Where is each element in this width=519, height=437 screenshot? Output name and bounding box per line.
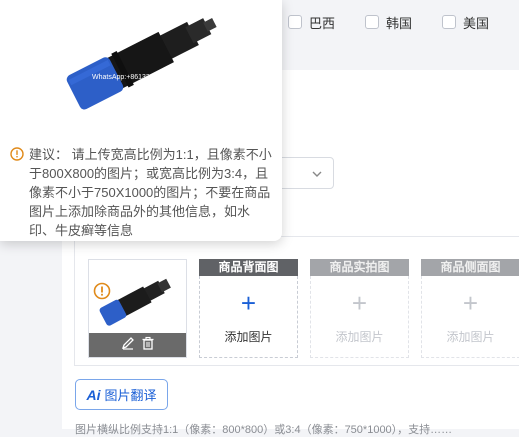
edit-icon[interactable] [121,336,135,355]
country-option-usa[interactable]: 美国 [442,13,489,32]
tip-text: 建议： 请上传宽高比例为1:1，且像素不小于800X800的图片；或宽高比例为3… [29,145,272,240]
country-option-korea[interactable]: 韩国 [365,13,412,32]
image-translate-label: 图片翻译 [104,388,157,403]
main-image-thumbnail[interactable] [88,259,187,358]
slot-header: 商品背面图 [199,259,298,276]
chevron-down-icon [311,167,323,185]
plus-icon: + [240,288,257,318]
add-image-button[interactable]: + 添加图片 [199,276,298,358]
add-image-button[interactable]: + 添加图片 [310,276,409,358]
add-image-label: 添加图片 [224,330,273,344]
country-label: 美国 [463,15,490,31]
country-label: 巴西 [309,15,336,31]
slot-header: 商品实拍图 [310,259,409,276]
checkbox[interactable] [442,15,457,29]
tip-title: 建议： [29,147,69,162]
slot-header: 商品侧面图 [421,259,519,276]
country-option-brazil[interactable]: 巴西 [288,13,335,32]
add-image-label: 添加图片 [446,330,495,344]
warning-icon [10,147,24,240]
checkbox[interactable] [288,15,302,29]
add-image-label: 添加图片 [335,330,384,344]
checkbox[interactable] [365,15,380,29]
warning-icon [93,282,111,305]
image-requirements-note: 图片横纵比例支持1:1（像素：800*800）或3:4（像素：750*1000）… [75,424,453,436]
image-suggestion-tip: 建议： 请上传宽高比例为1:1，且像素不小于800X800的图片；或宽高比例为3… [10,145,272,240]
image-preview-popover: WhatsApp:+8613332502386 建议： 请上传宽高比例为1:1，… [0,0,282,241]
ai-icon: Ai [86,386,101,403]
product-preview-image: WhatsApp:+8613332502386 [66,18,217,110]
upload-slot-real-shot[interactable]: 商品实拍图 + 添加图片 [310,259,409,358]
add-image-button[interactable]: + 添加图片 [421,276,519,358]
upload-slot-side-view[interactable]: 商品侧面图 + 添加图片 [421,259,519,358]
plus-icon: + [351,288,368,318]
thumbnail-action-bar [89,333,186,357]
country-label: 韩国 [386,15,413,31]
image-translate-button[interactable]: Ai 图片翻译 [75,379,168,410]
watermark-text: WhatsApp:+8613332502386 [92,74,181,81]
delete-icon[interactable] [141,336,155,355]
country-checkbox-row: 巴西 韩国 美国 [270,0,519,44]
plus-icon: + [462,288,479,318]
upload-slot-back-view[interactable]: 商品背面图 + 添加图片 [199,259,298,358]
